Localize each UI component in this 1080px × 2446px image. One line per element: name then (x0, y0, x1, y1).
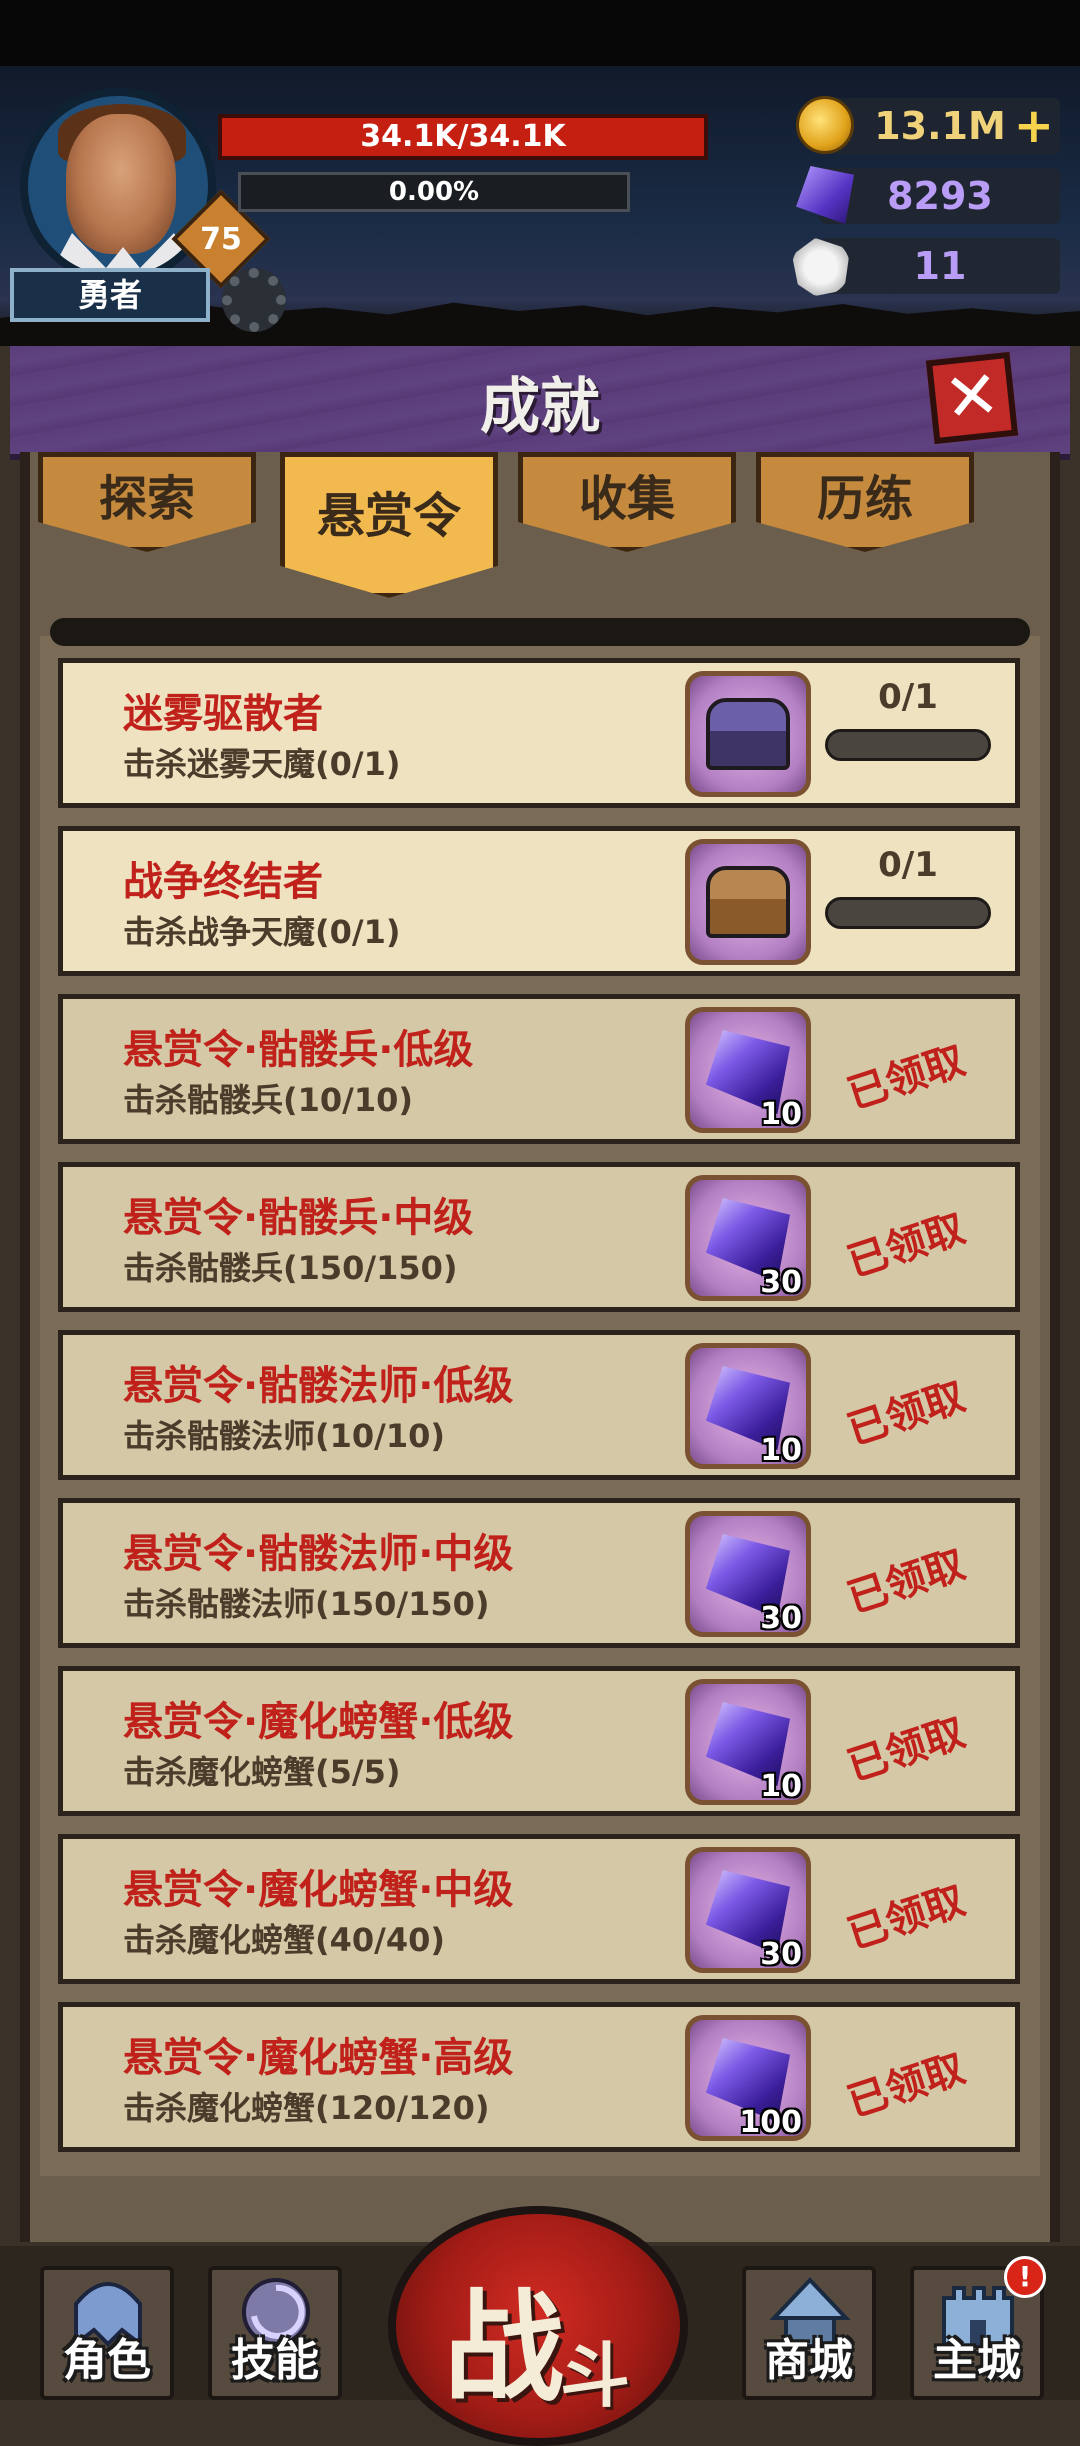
achievement-row[interactable]: 悬赏令·骷髅兵·低级 击杀骷髅兵(10/10) 10 已领取 (58, 994, 1020, 1144)
gold-coin-icon (796, 96, 854, 154)
reward-slot[interactable]: 30 (685, 1847, 811, 1973)
nav-role-label: 角色 (63, 2335, 151, 2386)
wooden-chest-icon (706, 866, 790, 938)
close-button[interactable]: ✕ (925, 351, 1019, 445)
reward-quantity: 30 (760, 1265, 802, 1300)
achievement-desc: 击杀魔化螃蟹(5/5) (123, 1753, 401, 1791)
nav-role-button[interactable]: 角色 (40, 2266, 174, 2400)
achievement-row[interactable]: 悬赏令·骷髅法师·中级 击杀骷髅法师(150/150) 30 已领取 (58, 1498, 1020, 1648)
progress-count: 0/1 (878, 845, 938, 885)
achievement-row[interactable]: 悬赏令·魔化螃蟹·低级 击杀魔化螃蟹(5/5) 10 已领取 (58, 1666, 1020, 1816)
page-title: 成就 (480, 372, 600, 442)
close-icon: ✕ (940, 355, 1004, 438)
achievement-desc: 击杀战争天魔(0/1) (123, 913, 401, 951)
tab-bounty-label: 悬赏令 (316, 488, 461, 544)
progress-bar (825, 897, 991, 929)
progress-bar (825, 729, 991, 761)
gold-value: 13.1M (874, 104, 1006, 148)
reward-slot[interactable]: 10 (685, 1343, 811, 1469)
achievement-title: 悬赏令·骷髅兵·中级 (123, 1195, 474, 1241)
city-alert-badge: ! (1004, 2256, 1046, 2298)
settings-gear-icon[interactable] (222, 268, 286, 332)
tab-collect-label: 收集 (578, 471, 675, 527)
reward-quantity: 30 (760, 1601, 802, 1636)
nav-city-label: 主城 (933, 2335, 1021, 2386)
achievement-desc: 击杀骷髅法师(10/10) (123, 1417, 446, 1455)
claimed-status: 已领取 (842, 1541, 971, 1623)
reward-slot[interactable] (685, 839, 811, 965)
avatar-face (66, 114, 176, 254)
reward-slot[interactable]: 10 (685, 1679, 811, 1805)
add-gold-plus-icon[interactable]: + (1014, 98, 1054, 154)
reward-slot[interactable]: 10 (685, 1007, 811, 1133)
achievement-title: 悬赏令·魔化螃蟹·高级 (123, 2035, 514, 2081)
claimed-status: 已领取 (842, 1709, 971, 1791)
achievement-row[interactable]: 悬赏令·魔化螃蟹·中级 击杀魔化螃蟹(40/40) 30 已领取 (58, 1834, 1020, 1984)
reward-slot[interactable] (685, 671, 811, 797)
achievement-desc: 击杀迷雾天魔(0/1) (123, 745, 401, 783)
exp-bar: 0.00% (238, 172, 630, 212)
ram-counter: 11 (820, 238, 1060, 294)
claimed-status: 已领取 (842, 1877, 971, 1959)
purple-chest-icon (706, 698, 790, 770)
achievement-desc: 击杀骷髅法师(150/150) (123, 1585, 490, 1623)
claimed-status: 已领取 (842, 1373, 971, 1455)
ram-value: 11 (913, 244, 967, 288)
claimed-status: 已领取 (842, 1037, 971, 1119)
claimed-status: 已领取 (842, 2045, 971, 2127)
achievement-desc: 击杀骷髅兵(10/10) (123, 1081, 414, 1119)
player-name: 勇者 (10, 268, 210, 322)
progress-count: 0/1 (878, 677, 938, 717)
nav-shop-button[interactable]: 商城 (742, 2266, 876, 2400)
achievement-title: 悬赏令·魔化螃蟹·低级 (123, 1699, 514, 1745)
reward-quantity: 30 (760, 1937, 802, 1972)
achievement-title: 悬赏令·魔化螃蟹·中级 (123, 1867, 514, 1913)
crystal-counter: 8293 (820, 168, 1060, 224)
nav-skill-button[interactable]: 技能 (208, 2266, 342, 2400)
scroll-rod (50, 618, 1030, 646)
tab-explore-label: 探索 (98, 471, 195, 527)
reward-quantity: 10 (760, 1097, 802, 1132)
nav-shop-label: 商城 (765, 2335, 853, 2386)
achievement-title: 悬赏令·骷髅兵·低级 (123, 1027, 474, 1073)
battle-label-1: 战 (444, 2279, 564, 2418)
crystal-value: 8293 (887, 174, 993, 218)
achievement-row[interactable]: 悬赏令·骷髅法师·低级 击杀骷髅法师(10/10) 10 已领取 (58, 1330, 1020, 1480)
reward-quantity: 10 (760, 1769, 802, 1804)
achievement-title: 战争终结者 (123, 859, 323, 905)
achievement-row[interactable]: 战争终结者 击杀战争天魔(0/1) 0/1 (58, 826, 1020, 976)
claimed-status: 已领取 (842, 1205, 971, 1287)
achievement-row[interactable]: 迷雾驱散者 击杀迷雾天魔(0/1) 0/1 (58, 658, 1020, 808)
achievement-desc: 击杀骷髅兵(150/150) (123, 1249, 458, 1287)
achievement-title: 悬赏令·骷髅法师·低级 (123, 1363, 514, 1409)
reward-quantity: 100 (739, 2105, 802, 2140)
achievement-desc: 击杀魔化螃蟹(120/120) (123, 2089, 490, 2127)
reward-quantity: 10 (760, 1433, 802, 1468)
nav-skill-label: 技能 (231, 2335, 319, 2386)
achievement-row[interactable]: 悬赏令·骷髅兵·中级 击杀骷髅兵(150/150) 30 已领取 (58, 1162, 1020, 1312)
achievement-title: 悬赏令·骷髅法师·中级 (123, 1531, 514, 1577)
level-value: 75 (200, 222, 242, 257)
tab-training-label: 历练 (816, 471, 913, 527)
achievement-row[interactable]: 悬赏令·魔化螃蟹·高级 击杀魔化螃蟹(120/120) 100 已领取 (58, 2002, 1020, 2152)
achievement-title: 迷雾驱散者 (123, 691, 323, 737)
achievement-desc: 击杀魔化螃蟹(40/40) (123, 1921, 446, 1959)
reward-slot[interactable]: 100 (685, 2015, 811, 2141)
reward-slot[interactable]: 30 (685, 1511, 811, 1637)
reward-slot[interactable]: 30 (685, 1175, 811, 1301)
hp-bar: 34.1K/34.1K (218, 114, 708, 160)
battle-label-2: 斗 (560, 2335, 630, 2417)
